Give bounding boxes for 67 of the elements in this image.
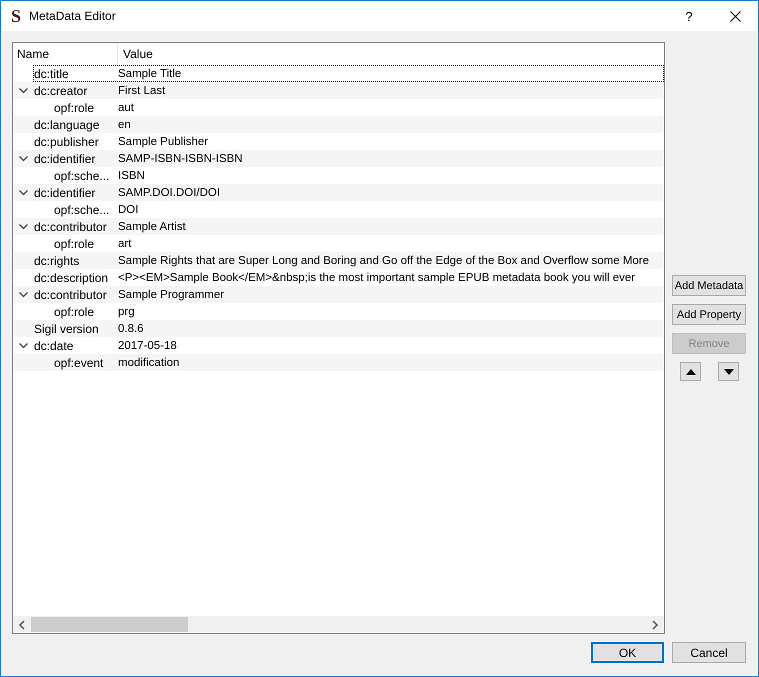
name-cell-text: dc:contributor [34,288,108,302]
name-cell-text: opf:role [53,304,96,318]
triangle-up-icon [686,368,696,374]
name-cell-text: opf:sche... [53,168,110,182]
help-button[interactable]: ? [666,1,712,31]
chevron-down-icon[interactable] [18,342,28,348]
side-button[interactable]: Add Property [672,304,746,325]
value-cell: aut [118,102,134,114]
dialog-button[interactable]: Cancel [672,642,746,663]
value-cell: First Last [118,84,166,96]
value-cell: ISBN [118,170,145,182]
side-button[interactable]: Add Metadata [672,275,746,296]
value-cell: modification [118,356,180,368]
tree-row[interactable]: dc:date 2017-05-18 [33,337,664,354]
tree-row[interactable]: dc:description <P><EM>Sample Book</EM>&nbsp;is the most important sample EPUB metadata book you will ever [33,269,664,286]
value-cell: Sample Artist [118,220,186,232]
name-cell-text: opf:role [53,100,96,114]
close-icon [730,10,740,22]
value-cell: <P><EM>Sample Book</EM>&nbsp;is the most important sample EPUB metadata book you will ever [118,272,636,284]
tree-row[interactable]: opf:role art [33,235,664,252]
app-logo: S [11,6,22,26]
name-cell-text: dc:identifier [34,152,96,166]
name-cell-text: dc:date [34,338,74,352]
name-cell-text: dc:rights [34,254,80,268]
name-cell-text: opf:event [53,356,104,370]
name-cell-text: dc:identifier [34,186,96,200]
name-cell-text: dc:creator [34,84,88,98]
name-cell-text: dc:title [34,66,70,80]
chevron-down-icon[interactable] [18,292,28,298]
value-cell: 0.8.6 [118,322,144,334]
name-cell-text: opf:role [53,236,96,250]
triangle-down-icon [724,368,734,374]
value-cell: SAMP.DOI.DOI/DOI [118,186,220,198]
name-cell-text: dc:language [34,118,100,132]
value-cell: en [118,118,131,130]
move-up-button[interactable] [680,362,701,381]
tree-row[interactable]: opf:sche... DOI [33,201,664,218]
value-cell: prg [118,306,135,318]
column-header[interactable]: Value [118,43,664,65]
chevron-down-icon[interactable] [18,224,28,230]
name-cell-text: opf:sche... [53,202,110,216]
value-cell: 2017-05-18 [118,340,177,352]
tree-row[interactable]: opf:role prg [33,303,664,320]
tree-row[interactable]: opf:role aut [33,99,664,116]
value-cell: SAMP-ISBN-ISBN-ISBN [118,152,243,164]
window-title: MetaData Editor [29,9,117,23]
scroll-right-icon[interactable] [651,620,659,630]
name-cell-text: dc:publisher [34,134,100,148]
value-cell: Sample Title [118,68,182,80]
value-cell: Sample Publisher [118,136,208,148]
scroll-left-icon[interactable] [18,620,26,630]
name-cell-text: Sigil version [34,322,100,336]
value-cell: art [118,238,132,250]
dialog-button[interactable]: OK [591,642,664,663]
name-cell-text: dc:contributor [34,220,108,234]
name-cell-text: dc:description [34,270,110,284]
value-cell: DOI [118,204,138,216]
chevron-down-icon[interactable] [18,156,28,162]
horizontal-scrollbar[interactable] [13,616,664,633]
tree-row[interactable]: opf:sche... ISBN [33,167,664,184]
chevron-down-icon[interactable] [18,190,28,196]
value-cell: Sample Programmer [118,288,224,300]
tree-row[interactable]: dc:publisher Sample Publisher [33,133,664,150]
scrollbar-thumb[interactable] [31,617,188,632]
chevron-down-icon[interactable] [18,88,28,94]
move-down-button[interactable] [718,362,739,381]
value-cell: Sample Rights that are Super Long and Boring and Go off the Edge of the Box and Overflow some More [118,254,650,266]
